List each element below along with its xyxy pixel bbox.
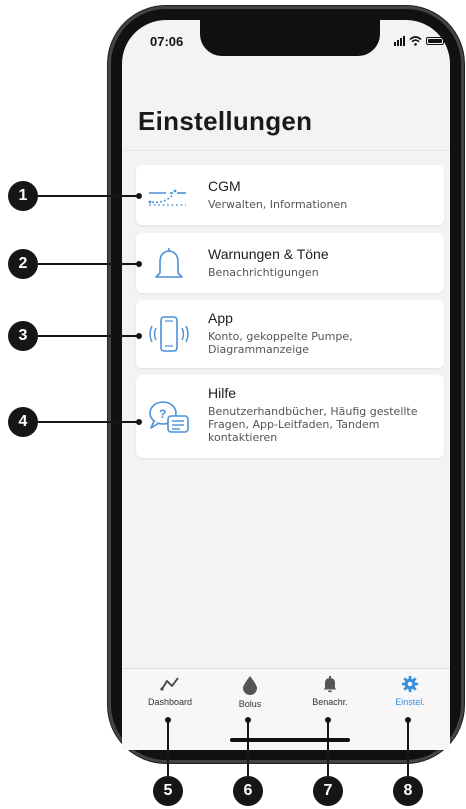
dashboard-icon — [160, 677, 179, 691]
tab-label: Benachr. — [312, 697, 348, 707]
status-icons — [394, 34, 444, 48]
tab-label: Einstel. — [395, 697, 425, 707]
tab-settings[interactable]: Einstel. — [370, 675, 450, 707]
item-title: Hilfe — [208, 385, 237, 401]
tab-label: Dashboard — [147, 697, 193, 707]
callout-7-line — [327, 720, 329, 776]
tab-bolus[interactable]: Bolus — [210, 675, 290, 709]
gear-icon — [401, 675, 419, 693]
page-title: Einstellungen — [138, 106, 313, 136]
bell-icon — [323, 676, 337, 693]
tab-notifications[interactable]: Benachr. — [290, 675, 370, 707]
callout-1: 1 — [8, 181, 38, 211]
settings-item-app[interactable]: App Konto, gekoppelte Pumpe, Diagrammanz… — [136, 300, 444, 368]
callout-6: 6 — [233, 776, 263, 806]
phone-icon — [149, 316, 189, 352]
callout-4: 4 — [8, 407, 38, 437]
tab-dashboard[interactable]: Dashboard — [130, 675, 210, 707]
settings-item-help[interactable]: ? Hilfe Benutzerhandbücher, Häufig geste… — [136, 375, 444, 458]
callout-3: 3 — [8, 321, 38, 351]
callout-5-line — [167, 720, 169, 776]
item-title: Warnungen & Töne — [208, 246, 329, 262]
settings-item-cgm[interactable]: CGM Verwalten, Informationen — [136, 165, 444, 225]
phone-notch — [200, 20, 380, 56]
title-divider — [122, 150, 450, 151]
tab-label: Bolus — [238, 699, 262, 709]
item-subtitle: Verwalten, Informationen — [208, 198, 348, 211]
drop-icon — [243, 676, 257, 695]
signal-icon — [394, 36, 405, 46]
callout-4-dot — [136, 419, 142, 425]
callout-4-line — [38, 421, 138, 423]
callout-5: 5 — [153, 776, 183, 806]
callout-6-line — [247, 720, 249, 776]
help-chat-icon: ? — [149, 400, 189, 433]
svg-text:?: ? — [159, 407, 166, 421]
item-subtitle: Benutzerhandbücher, Häufig gestellte Fra… — [208, 405, 418, 444]
callout-2-dot — [136, 261, 142, 267]
bell-icon — [155, 248, 183, 278]
status-time: 07:06 — [150, 34, 184, 49]
item-subtitle: Benachrichtigungen — [208, 266, 319, 279]
item-subtitle: Konto, gekoppelte Pumpe, Diagrammanzeige — [208, 330, 353, 356]
callout-3-line — [38, 335, 138, 337]
callout-3-dot — [136, 333, 142, 339]
callout-2: 2 — [8, 249, 38, 279]
callout-7: 7 — [313, 776, 343, 806]
item-title: App — [208, 310, 233, 326]
settings-item-alerts[interactable]: Warnungen & Töne Benachrichtigungen — [136, 233, 444, 293]
callout-8-line — [407, 720, 409, 776]
item-title: CGM — [208, 178, 241, 194]
callout-2-line — [38, 263, 138, 265]
callout-1-line — [38, 195, 138, 197]
callout-8: 8 — [393, 776, 423, 806]
battery-icon — [426, 37, 444, 45]
callout-1-dot — [136, 193, 142, 199]
cgm-icon — [148, 189, 186, 206]
wifi-icon — [409, 36, 422, 46]
